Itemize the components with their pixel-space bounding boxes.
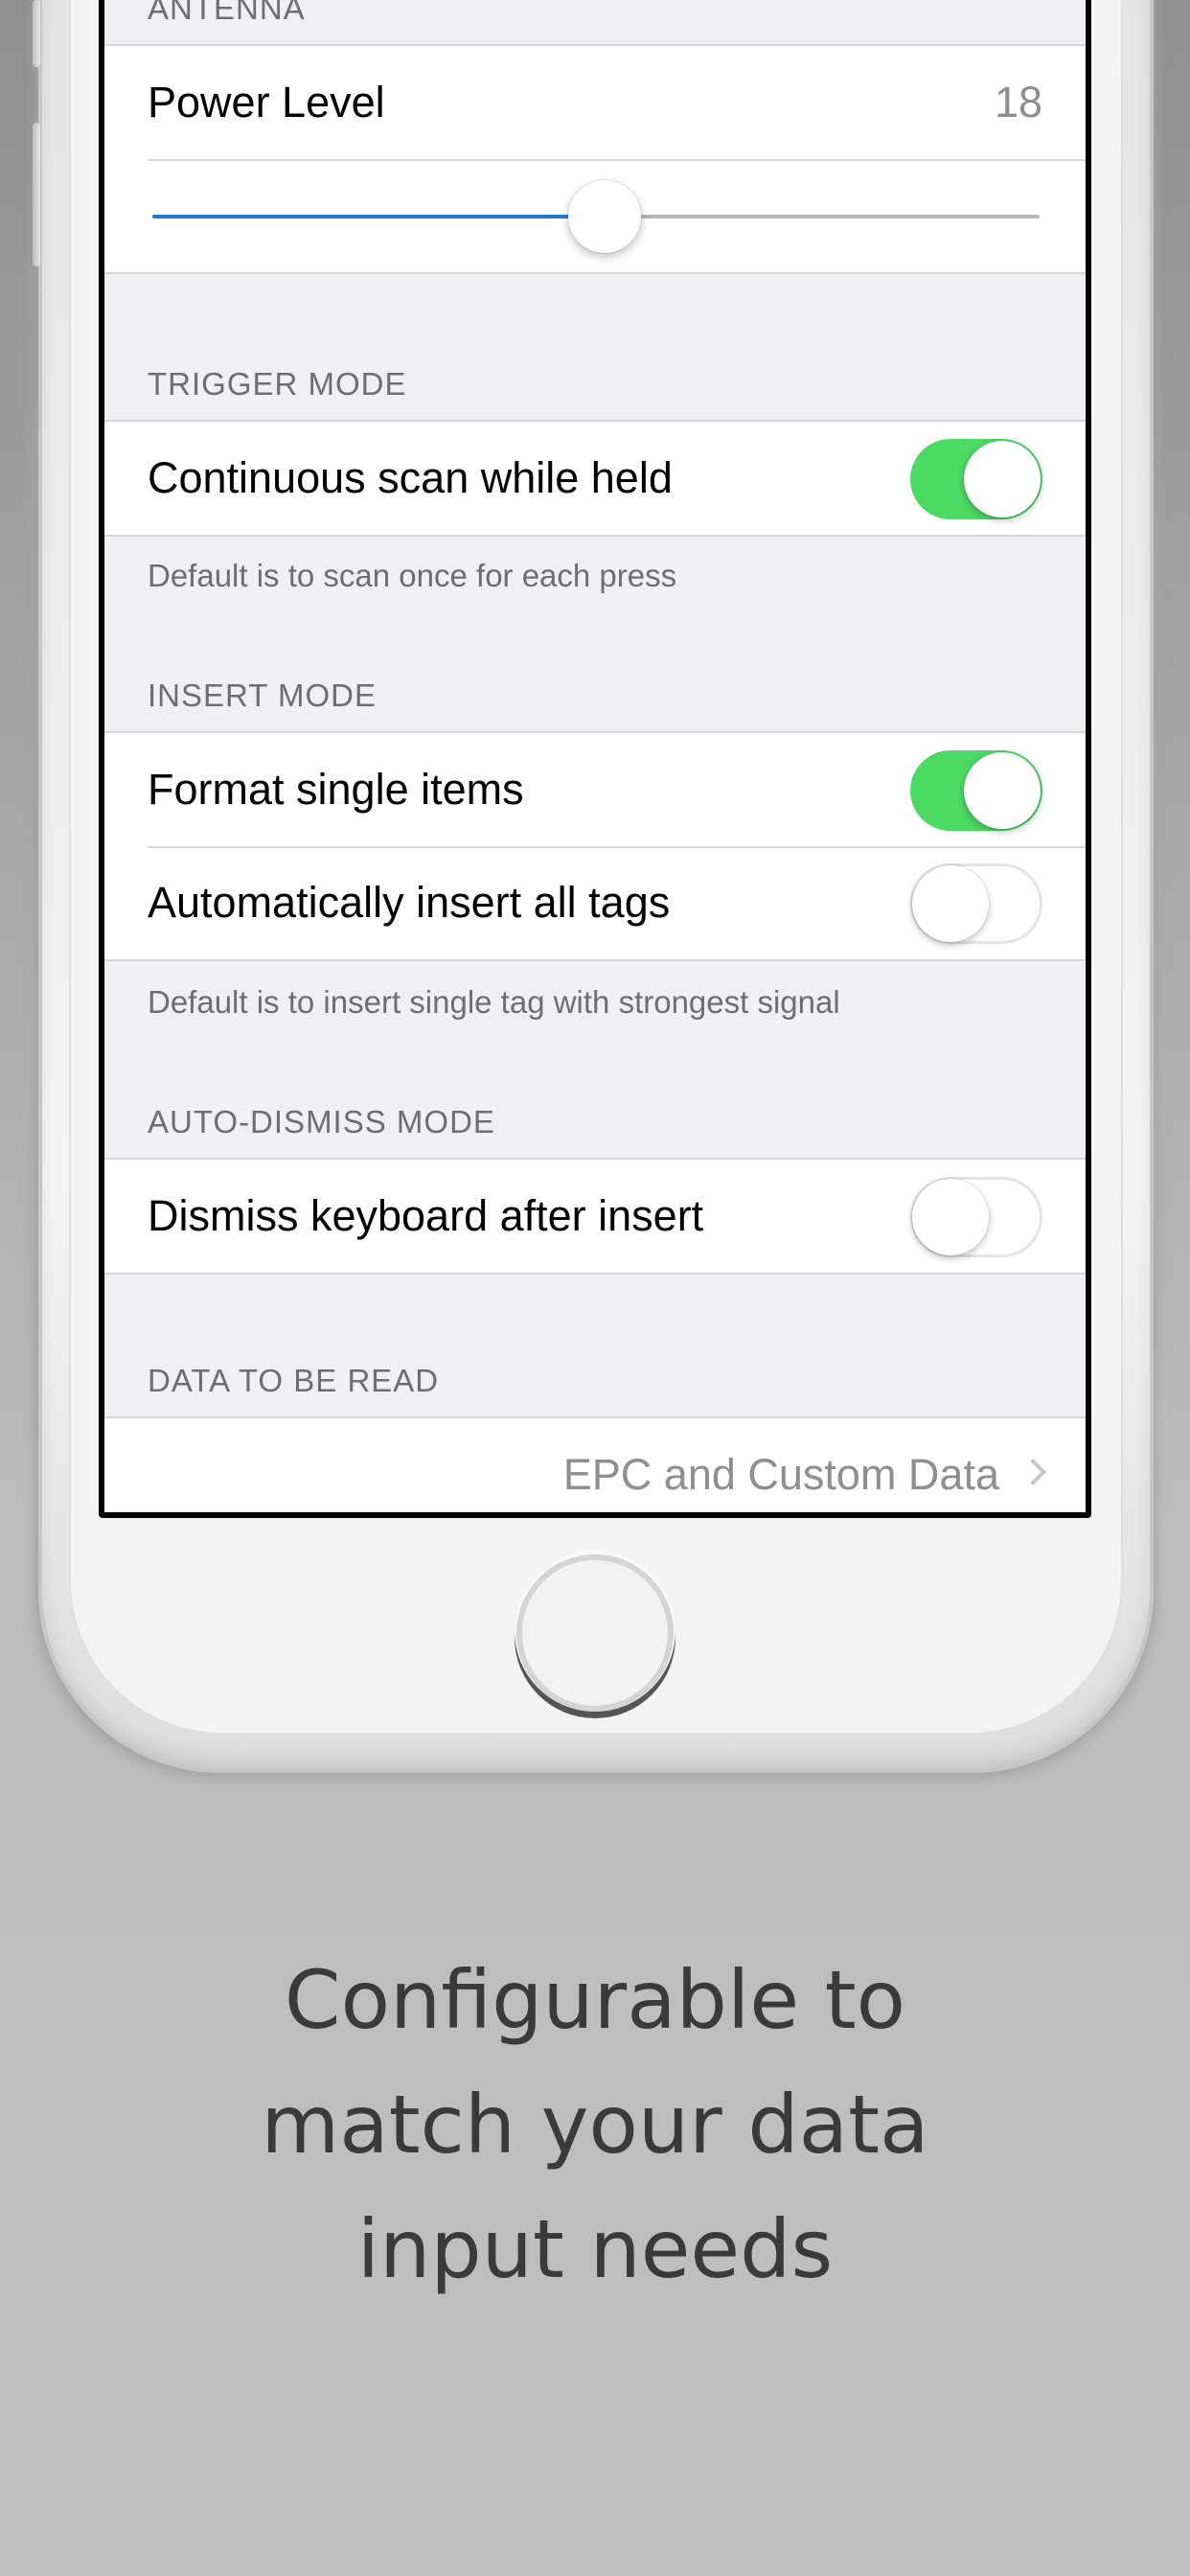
section-header-auto-dismiss: AUTO-DISMISS MODE: [148, 1104, 495, 1139]
insert-mode-footer: Default is to insert single tag with str…: [148, 984, 840, 1020]
settings-view: ANTENNA Power Level 18 TRIGGER MODE Cont…: [104, 0, 1086, 1512]
power-level-label: Power Level: [148, 78, 385, 126]
trigger-mode-group: Continuous scan while held: [104, 420, 1086, 537]
power-level-slider[interactable]: [152, 180, 1040, 253]
trigger-mode-footer: Default is to scan once for each press: [148, 558, 677, 593]
dismiss-keyboard-label: Dismiss keyboard after insert: [148, 1191, 704, 1240]
dismiss-keyboard-row: Dismiss keyboard after insert: [104, 1160, 1086, 1273]
phone-screen: ANTENNA Power Level 18 TRIGGER MODE Cont…: [99, 0, 1091, 1518]
data-to-read-group: EPC and Custom Data: [104, 1416, 1086, 1512]
auto-insert-label: Automatically insert all tags: [148, 878, 671, 927]
toggle-knob: [912, 1179, 989, 1255]
tagline-line-1: Configurable to: [284, 1953, 906, 2047]
data-to-read-row[interactable]: EPC and Custom Data: [104, 1418, 1086, 1512]
section-header-antenna: ANTENNA: [148, 0, 306, 26]
tagline: Configurable to match your data input ne…: [0, 1938, 1190, 2312]
continuous-scan-row: Continuous scan while held: [104, 422, 1086, 535]
power-level-value: 18: [994, 78, 1042, 126]
section-header-data-to-read: DATA TO BE READ: [148, 1363, 440, 1398]
phone-volume-button: [33, 123, 40, 266]
format-single-toggle[interactable]: [910, 750, 1042, 831]
toggle-knob: [912, 865, 989, 942]
tagline-line-3: input needs: [356, 2202, 834, 2296]
antenna-group: Power Level 18: [104, 44, 1086, 274]
phone-side-button: [33, 0, 40, 67]
power-level-row: Power Level 18: [104, 46, 1086, 159]
continuous-scan-toggle[interactable]: [910, 439, 1042, 519]
auto-dismiss-group: Dismiss keyboard after insert: [104, 1158, 1086, 1275]
toggle-knob: [964, 441, 1041, 518]
data-to-read-value: EPC and Custom Data: [562, 1450, 999, 1499]
insert-mode-group: Format single items Automatically insert…: [104, 731, 1086, 961]
tagline-line-2: match your data: [261, 2078, 929, 2172]
section-header-insert-mode: INSERT MODE: [148, 678, 377, 713]
toggle-knob: [964, 752, 1041, 829]
format-single-label: Format single items: [148, 765, 524, 814]
format-single-row: Format single items: [104, 733, 1086, 846]
section-header-trigger-mode: TRIGGER MODE: [148, 366, 407, 402]
slider-fill: [152, 215, 606, 218]
chevron-right-icon: [1018, 1458, 1047, 1486]
dismiss-keyboard-toggle[interactable]: [910, 1177, 1042, 1257]
home-button[interactable]: [516, 1554, 674, 1712]
auto-insert-toggle[interactable]: [910, 863, 1042, 944]
power-level-slider-row: [104, 159, 1086, 272]
slider-thumb[interactable]: [568, 180, 642, 253]
auto-insert-row: Automatically insert all tags: [104, 846, 1086, 959]
continuous-scan-label: Continuous scan while held: [148, 453, 673, 502]
